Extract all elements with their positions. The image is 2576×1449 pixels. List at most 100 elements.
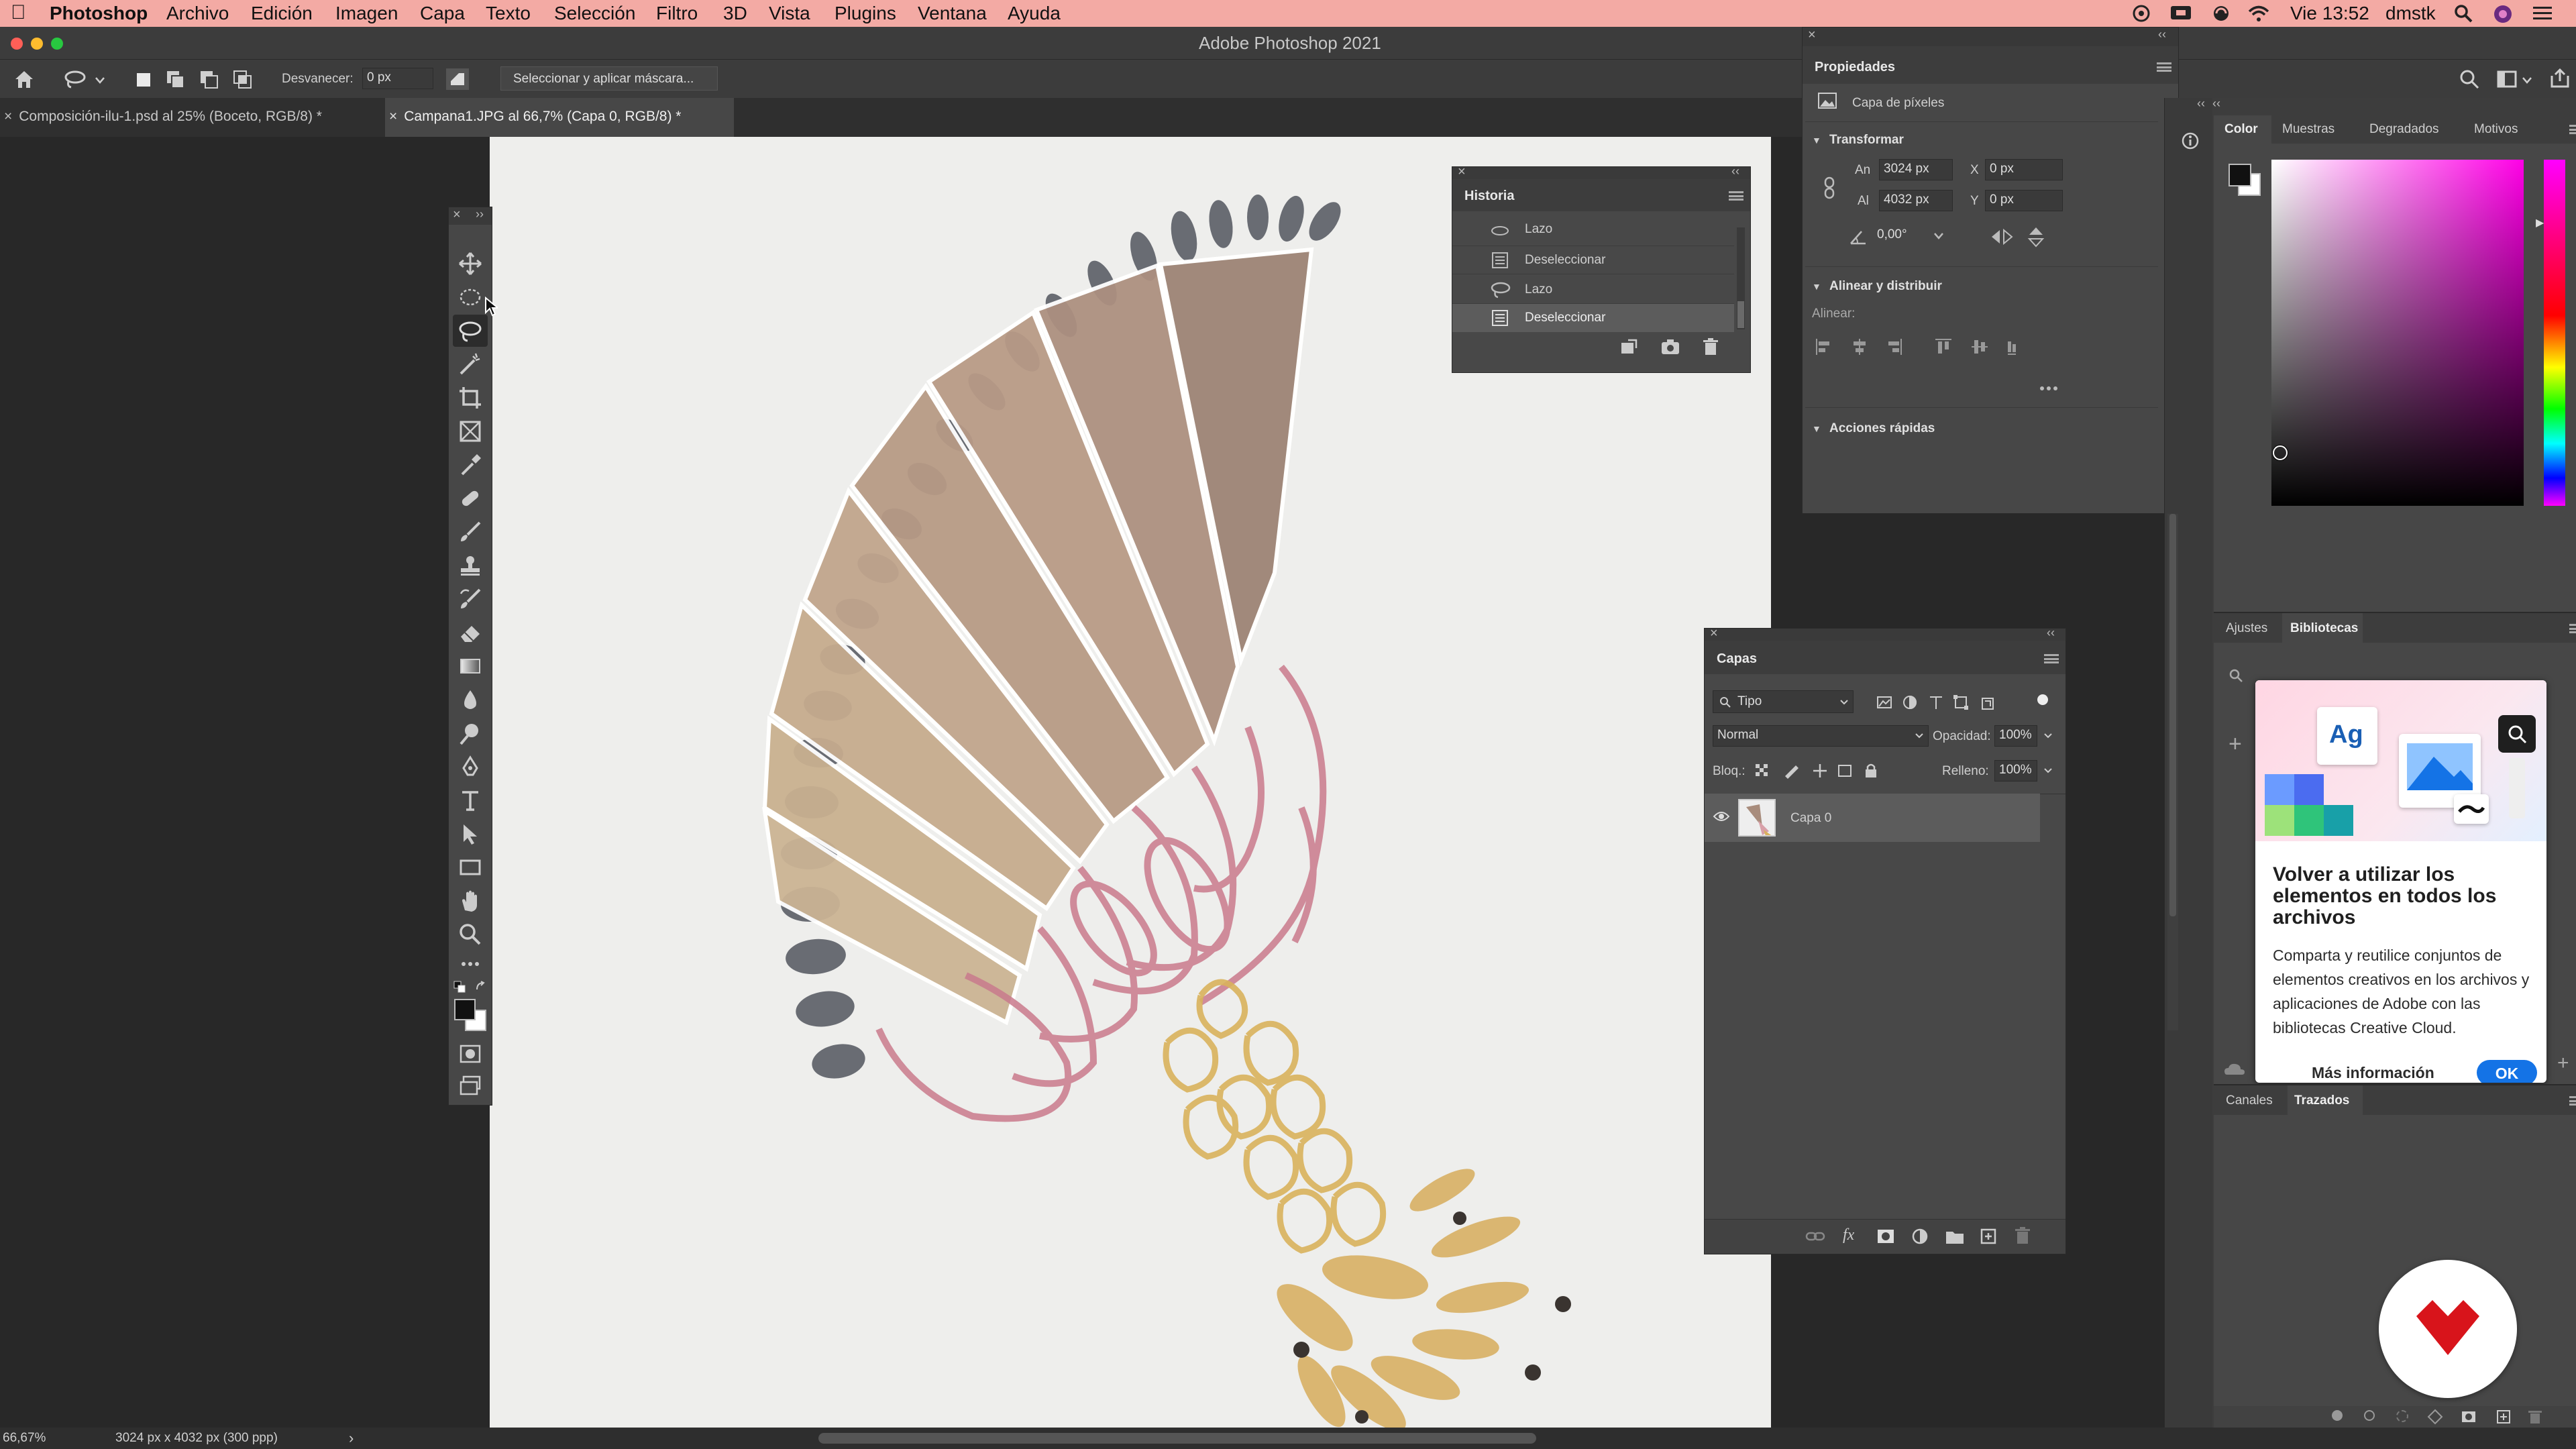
- menu-seleccion[interactable]: Selección: [554, 3, 635, 24]
- chevron-down-icon[interactable]: [95, 77, 105, 84]
- lock-transparent-icon[interactable]: [1756, 764, 1768, 776]
- info-icon[interactable]: [2181, 131, 2200, 150]
- history-brush-tool-icon[interactable]: [458, 587, 482, 611]
- tab-ajustes[interactable]: Ajustes: [2226, 621, 2267, 636]
- fill-path-icon[interactable]: [2332, 1410, 2343, 1421]
- new-group-folder-icon[interactable]: [1945, 1228, 1965, 1245]
- tab-degradados[interactable]: Degradados: [2369, 122, 2439, 137]
- chevron-down-icon[interactable]: ▼: [1812, 423, 1821, 434]
- quick-actions-header[interactable]: Acciones rápidas: [1829, 421, 1935, 436]
- tab-bibliotecas[interactable]: Bibliotecas: [2282, 613, 2363, 643]
- eraser-tool-icon[interactable]: [458, 621, 482, 645]
- lasso-tool-preset-icon[interactable]: [63, 69, 90, 89]
- panel-menu-icon[interactable]: [2569, 624, 2576, 633]
- minimize-window-button[interactable]: [31, 38, 43, 50]
- history-item[interactable]: Lazo: [1452, 222, 1734, 246]
- canvas-horizontal-scrollbar[interactable]: [818, 1433, 1536, 1444]
- more-tools-icon[interactable]: [458, 957, 482, 971]
- chevron-down-icon[interactable]: [2044, 768, 2052, 773]
- history-item[interactable]: Lazo: [1452, 274, 1734, 304]
- spotlight-icon[interactable]: [2454, 4, 2473, 23]
- lock-artboard-icon[interactable]: [1838, 765, 1851, 777]
- close-tab-icon[interactable]: ×: [4, 109, 12, 124]
- opacity-input[interactable]: 100%: [1994, 725, 2037, 747]
- add-layer-mask-icon[interactable]: [1876, 1228, 1895, 1245]
- close-panel-icon[interactable]: ×: [1710, 626, 1718, 641]
- fill-input[interactable]: 100%: [1994, 760, 2037, 782]
- align-left-icon[interactable]: [1816, 339, 1829, 355]
- link-dimensions-icon[interactable]: [1823, 176, 1836, 199]
- expand-panels-icon[interactable]: ‹‹: [2197, 97, 2205, 111]
- layer-thumbnail[interactable]: [1738, 799, 1776, 837]
- align-bottom-icon[interactable]: [2008, 341, 2016, 355]
- ok-button[interactable]: OK: [2477, 1060, 2537, 1083]
- filter-smart-object-icon[interactable]: [1982, 698, 1994, 710]
- close-panel-icon[interactable]: ×: [453, 207, 461, 223]
- hand-tool-icon[interactable]: [458, 889, 482, 913]
- crop-tool-icon[interactable]: [458, 386, 482, 410]
- library-search-icon[interactable]: [2229, 668, 2243, 683]
- rectangle-tool-icon[interactable]: [458, 855, 482, 879]
- creative-cloud-icon[interactable]: [2132, 4, 2151, 23]
- frame-tool-icon[interactable]: [458, 419, 482, 443]
- new-adjustment-layer-icon[interactable]: [1911, 1228, 1929, 1245]
- blur-tool-icon[interactable]: [458, 688, 482, 712]
- align-right-icon[interactable]: [1888, 339, 1902, 355]
- tab-canales[interactable]: Canales: [2226, 1093, 2273, 1108]
- flip-vertical-icon[interactable]: [2027, 226, 2045, 248]
- lock-position-icon[interactable]: [1813, 764, 1827, 777]
- x-input[interactable]: 0 px: [1985, 159, 2063, 180]
- snapshot-camera-icon[interactable]: [1660, 337, 1680, 356]
- eyedropper-tool-icon[interactable]: [458, 453, 482, 477]
- apple-icon[interactable]: : [11, 1, 26, 24]
- add-mask-icon[interactable]: [2461, 1409, 2477, 1425]
- collapse-panel-icon[interactable]: ‹‹: [2158, 28, 2166, 42]
- add-library-icon[interactable]: +: [2229, 731, 2242, 757]
- panel-menu-icon[interactable]: [2157, 62, 2171, 72]
- new-selection-icon[interactable]: [134, 70, 153, 89]
- height-input[interactable]: 4032 px: [1879, 190, 1953, 211]
- path-selection-tool-icon[interactable]: [458, 822, 482, 846]
- healing-brush-tool-icon[interactable]: [458, 486, 482, 511]
- menu-plugins[interactable]: Plugins: [835, 3, 896, 24]
- tab-color[interactable]: Color: [2214, 115, 2271, 144]
- wifi-icon[interactable]: [2247, 4, 2270, 23]
- tab-muestras[interactable]: Muestras: [2282, 122, 2334, 137]
- color-picker-field[interactable]: [2271, 160, 2524, 506]
- panel-menu-icon[interactable]: [2044, 654, 2059, 663]
- y-input[interactable]: 0 px: [1985, 190, 2063, 211]
- chevron-down-icon[interactable]: ▼: [1812, 281, 1821, 292]
- chevron-down-icon[interactable]: [1934, 233, 1943, 239]
- align-center-h-icon[interactable]: [1854, 339, 1866, 355]
- dodge-tool-icon[interactable]: [458, 721, 482, 745]
- home-icon[interactable]: [13, 69, 35, 89]
- stroke-path-icon[interactable]: [2364, 1410, 2375, 1421]
- add-selection-icon[interactable]: [165, 69, 186, 91]
- gradient-tool-icon[interactable]: [458, 654, 482, 678]
- layers-tab[interactable]: Capas: [1717, 651, 1757, 667]
- close-tab-icon[interactable]: ×: [389, 109, 397, 124]
- swap-colors-icon[interactable]: [474, 980, 488, 994]
- menu-texto[interactable]: Texto: [486, 3, 531, 24]
- document-info[interactable]: 3024 px x 4032 px (300 ppp): [115, 1431, 278, 1446]
- panel-menu-icon[interactable]: [2569, 125, 2576, 134]
- align-top-icon[interactable]: [1935, 339, 1951, 354]
- default-colors-icon[interactable]: [453, 980, 466, 994]
- workspace-chevron-icon[interactable]: [2522, 77, 2532, 84]
- control-center-icon[interactable]: [2533, 5, 2553, 21]
- tab-composicion[interactable]: × Composición-ilu-1.psd al 25% (Boceto, R…: [0, 98, 385, 137]
- select-and-mask-button[interactable]: Seleccionar y aplicar máscara...: [500, 66, 718, 91]
- app-menu[interactable]: Photoshop: [50, 3, 148, 24]
- zoom-tool-icon[interactable]: [458, 922, 482, 947]
- intersect-selection-icon[interactable]: [232, 69, 254, 91]
- load-selection-icon[interactable]: [2396, 1410, 2408, 1422]
- subtract-selection-icon[interactable]: [199, 69, 220, 91]
- pen-tool-icon[interactable]: [458, 755, 482, 779]
- new-layer-icon[interactable]: [1980, 1228, 1997, 1245]
- cloud-sync-icon[interactable]: [2223, 1061, 2250, 1076]
- layer-filter-select[interactable]: Tipo: [1713, 690, 1854, 713]
- menu-capa[interactable]: Capa: [420, 3, 465, 24]
- move-tool-icon[interactable]: [458, 252, 482, 276]
- link-layers-icon[interactable]: [1805, 1229, 1825, 1244]
- history-item[interactable]: Deseleccionar: [1452, 246, 1734, 274]
